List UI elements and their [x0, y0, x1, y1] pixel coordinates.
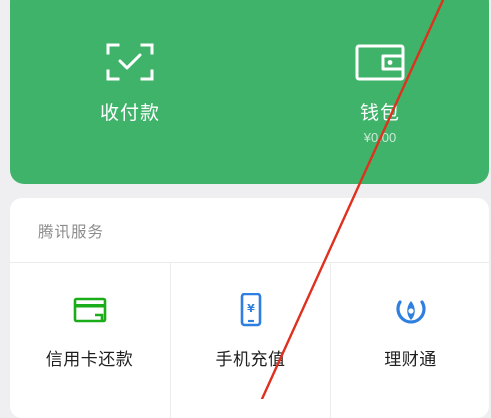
credit-card-repay-button[interactable]: 信用卡还款 [10, 263, 169, 418]
phone-topup-button[interactable]: ¥ 手机充值 [170, 263, 330, 418]
wallet-balance: ¥0.00 [363, 130, 397, 145]
wallet-label: 钱包 [359, 102, 400, 124]
section-title: 腾讯服务 [38, 223, 105, 241]
payment-card: 收付款 钱包 ¥0.00 [10, 0, 489, 184]
scan-check-icon [106, 43, 154, 81]
wallet-button[interactable]: 钱包 ¥0.00 [280, 0, 480, 172]
phone-topup-icon: ¥ [240, 293, 261, 327]
svg-text:¥: ¥ [247, 302, 255, 315]
collect-pay-label: 收付款 [99, 102, 160, 124]
wallet-icon [355, 44, 405, 81]
credit-card-icon [73, 297, 106, 323]
wealth-button[interactable]: 理财通 [330, 263, 490, 418]
wealth-icon [395, 300, 426, 324]
credit-card-label: 信用卡还款 [45, 350, 134, 370]
tencent-services-card: 腾讯服务 信用卡还款 ¥ 手机充值 理财通 [10, 198, 489, 418]
wealth-label: 理财通 [384, 350, 437, 370]
phone-topup-label: 手机充值 [215, 350, 286, 370]
collect-pay-button[interactable]: 收付款 [30, 0, 230, 172]
